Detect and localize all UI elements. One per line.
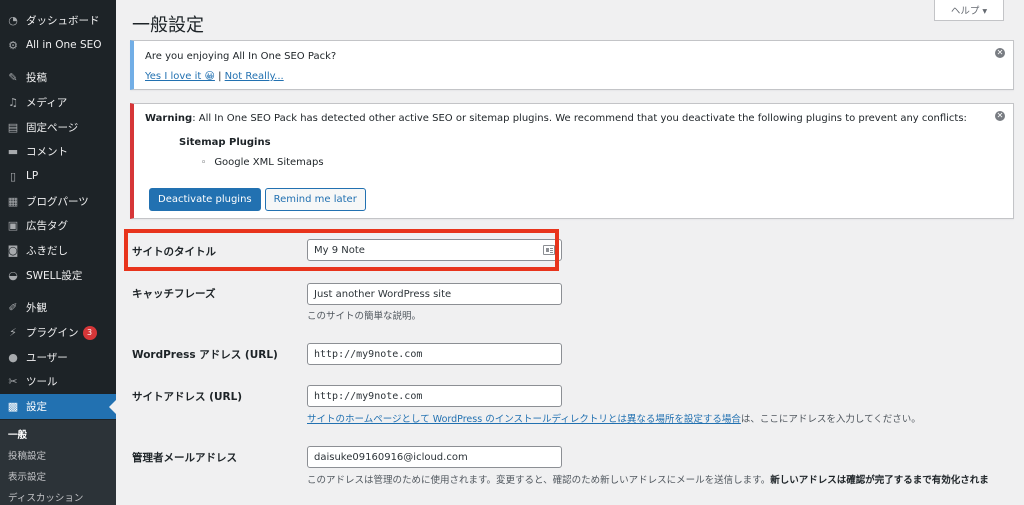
dismiss-icon[interactable]: ✕ <box>995 48 1005 58</box>
warning-message: Warning: All In One SEO Pack has detecte… <box>145 113 1013 124</box>
warning-label: Warning <box>145 113 193 124</box>
media-icon: ♫ <box>8 95 18 109</box>
sidebar-item-pages[interactable]: ▤ 固定ページ <box>0 115 116 140</box>
sidebar-item-users[interactable]: ● ユーザー <box>0 345 116 370</box>
submenu-item-discussion[interactable]: ディスカッション <box>0 487 116 505</box>
ad-tag-icon: ▣ <box>7 219 19 233</box>
update-count-badge: 3 <box>82 325 97 340</box>
notice-buttons: Deactivate plugins Remind me later <box>149 188 366 211</box>
warning-text: : All In One SEO Pack has detected other… <box>192 113 967 124</box>
sidebar-item-label: ブログパーツ <box>26 195 89 208</box>
sidebar-item-swell-settings[interactable]: ◒ SWELL設定 <box>0 263 116 288</box>
deactivate-plugins-button[interactable]: Deactivate plugins <box>149 188 261 211</box>
highlight-box <box>124 229 559 271</box>
page-title: 一般設定 <box>132 15 204 36</box>
sidebar-item-ad-tags[interactable]: ▣ 広告タグ <box>0 214 116 239</box>
sidebar-item-label: プラグイン <box>26 327 79 340</box>
help-tab-button[interactable]: ヘルプ ▾ <box>934 0 1004 21</box>
seo-feedback-notice: Are you enjoying All In One SEO Pack? Ye… <box>130 40 1014 90</box>
sidebar-item-label: メディア <box>26 96 68 109</box>
tagline-label: キャッチフレーズ <box>132 288 216 300</box>
sidebar-item-label: All in One SEO <box>26 39 102 52</box>
site-url-description: サイトのホームページとして WordPress のインストールディレクトリとは異… <box>307 411 921 425</box>
sidebar-item-label: LP <box>26 170 39 183</box>
user-icon: ● <box>8 350 18 364</box>
admin-email-help-text: このアドレスは管理のために使用されます。変更すると、確認のため新しいアドレスにメ… <box>307 475 771 486</box>
sidebar-item-speech-bubbles[interactable]: ◙ ふきだし <box>0 238 116 263</box>
wordpress-url-value: http://my9note.com <box>314 348 423 360</box>
sidebar-item-label: 外観 <box>26 302 47 315</box>
sidebar-item-label: ツール <box>26 376 58 389</box>
sidebar-item-label: SWELL設定 <box>26 269 83 282</box>
plugin-icon: ⚡ <box>9 326 17 340</box>
submenu-item-general[interactable]: 一般 <box>0 424 116 445</box>
list-item: Google XML Sitemaps <box>201 157 1013 168</box>
gear-icon: ⚙ <box>8 38 18 52</box>
main-content: ヘルプ ▾ 一般設定 Are you enjoying All In One S… <box>116 0 1024 505</box>
sidebar-item-label: 固定ページ <box>26 121 79 134</box>
tagline-input[interactable]: Just another WordPress site <box>307 283 562 305</box>
comment-icon: ▬ <box>7 145 19 159</box>
not-really-link[interactable]: Not Really... <box>225 71 284 82</box>
sidebar-item-label: ダッシュボード <box>26 14 100 27</box>
sidebar-item-label: 投稿 <box>26 72 47 85</box>
pin-icon: ✎ <box>8 71 18 85</box>
admin-sidebar: ◔ ダッシュボード ⚙ All in One SEO ✎ 投稿 ♫ メディア ▤ 固定ペー… <box>0 0 116 505</box>
sidebar-item-comments[interactable]: ▬ コメント <box>0 139 116 164</box>
admin-email-description: このアドレスは管理のために使用されます。変更すると、確認のため新しいアドレスにメ… <box>307 472 989 486</box>
wordpress-url-input[interactable]: http://my9note.com <box>307 343 562 365</box>
sidebar-item-posts[interactable]: ✎ 投稿 <box>0 65 116 90</box>
admin-email-label: 管理者メールアドレス <box>132 452 237 464</box>
dashboard-icon: ◔ <box>8 13 18 27</box>
sidebar-item-label: 広告タグ <box>26 220 68 233</box>
sidebar-item-label: ユーザー <box>26 351 68 364</box>
site-url-help-text: は、ここにアドレスを入力してください。 <box>740 414 921 425</box>
sidebar-item-tools[interactable]: ✂ ツール <box>0 370 116 395</box>
site-url-input[interactable]: http://my9note.com <box>307 385 562 407</box>
sidebar-item-label: ふきだし <box>26 245 68 258</box>
sidebar-item-dashboard[interactable]: ◔ ダッシュボード <box>0 8 116 33</box>
wrench-icon: ✂ <box>8 375 18 389</box>
site-url-help-link[interactable]: サイトのホームページとして WordPress のインストールディレクトリとは異… <box>307 414 741 425</box>
remind-me-later-button[interactable]: Remind me later <box>264 188 366 211</box>
sidebar-item-settings[interactable]: ▩ 設定 <box>0 394 116 419</box>
speech-bubble-icon: ◙ <box>7 244 19 258</box>
submenu-item-writing[interactable]: 投稿設定 <box>0 445 116 466</box>
dismiss-icon[interactable]: ✕ <box>995 111 1005 121</box>
swell-icon: ◒ <box>8 268 18 282</box>
sidebar-item-label: 設定 <box>26 401 47 414</box>
sidebar-item-blog-parts[interactable]: ▦ ブログパーツ <box>0 189 116 214</box>
tagline-value: Just another WordPress site <box>314 288 452 300</box>
admin-email-help-bold: 新しいアドレスは確認が完了するまで有効化されま <box>770 475 989 486</box>
sidebar-item-label: コメント <box>26 146 68 159</box>
sidebar-item-all-in-one-seo[interactable]: ⚙ All in One SEO <box>0 33 116 58</box>
brush-icon: ✐ <box>8 301 18 315</box>
admin-email-input[interactable]: daisuke09160916@icloud.com <box>307 446 562 468</box>
notice-question: Are you enjoying All In One SEO Pack? <box>145 51 337 62</box>
plugin-group-title: Sitemap Plugins <box>179 137 271 148</box>
wordpress-url-label: WordPress アドレス (URL) <box>132 349 278 361</box>
notice-links: Yes I love it 😀 | Not Really... <box>145 71 1013 82</box>
sidebar-item-lp[interactable]: ▯ LP <box>0 164 116 189</box>
site-url-value: http://my9note.com <box>314 390 423 402</box>
settings-submenu: 一般 投稿設定 表示設定 ディスカッション <box>0 420 116 505</box>
conflicting-plugin-list: Google XML Sitemaps <box>145 157 1013 168</box>
submenu-item-reading[interactable]: 表示設定 <box>0 466 116 487</box>
sidebar-item-media[interactable]: ♫ メディア <box>0 90 116 115</box>
plugin-conflict-warning: Warning: All In One SEO Pack has detecte… <box>130 103 1014 219</box>
tagline-description: このサイトの簡単な説明。 <box>307 311 422 322</box>
yes-love-it-link[interactable]: Yes I love it 😀 <box>145 71 215 82</box>
link-separator: | <box>214 71 225 82</box>
page-icon: ▤ <box>7 120 19 134</box>
site-url-label: サイトアドレス (URL) <box>132 391 243 403</box>
sidebar-item-plugins[interactable]: ⚡ プラグイン 3 <box>0 320 116 345</box>
parts-icon: ▦ <box>7 194 19 208</box>
sidebar-item-appearance[interactable]: ✐ 外観 <box>0 296 116 321</box>
admin-email-value: daisuke09160916@icloud.com <box>314 451 468 463</box>
document-icon: ▯ <box>9 169 17 183</box>
settings-icon: ▩ <box>7 400 19 414</box>
